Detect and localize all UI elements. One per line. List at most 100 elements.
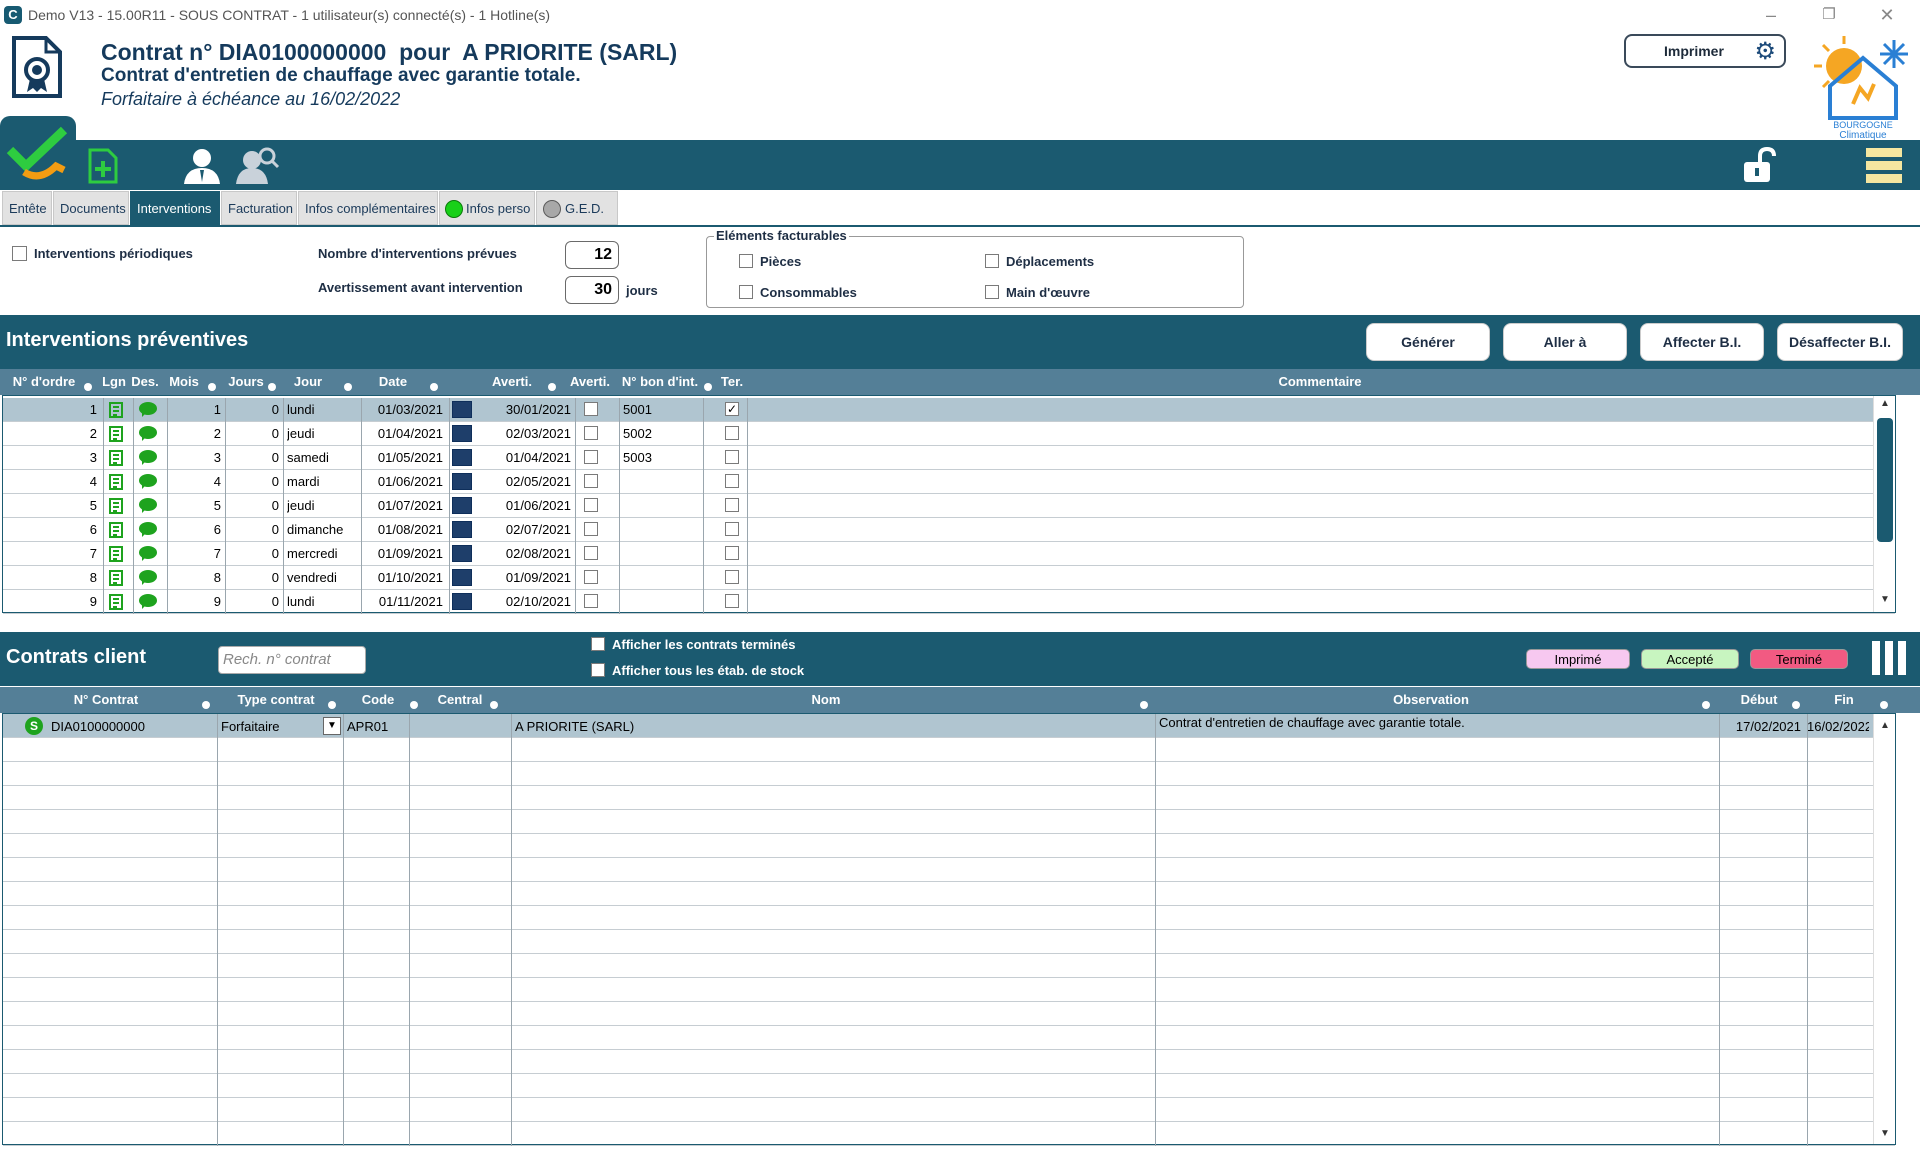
ter-checkbox[interactable]	[725, 474, 739, 488]
comment-bubble-icon[interactable]	[139, 546, 157, 561]
averti-date-cell[interactable]: 02/05/2021	[479, 474, 571, 489]
ter-checkbox[interactable]	[725, 450, 739, 464]
ter-checkbox[interactable]	[725, 498, 739, 512]
ordre-cell[interactable]: 8	[3, 570, 97, 585]
jours-cell[interactable]: 0	[225, 570, 279, 585]
col-lgn[interactable]: Lgn	[100, 369, 128, 395]
comment-bubble-icon[interactable]	[139, 450, 157, 465]
ter-checkbox[interactable]	[725, 594, 739, 608]
sort-handle-icon[interactable]	[704, 383, 712, 391]
lines-icon[interactable]	[109, 402, 123, 418]
sort-handle-icon[interactable]	[1702, 701, 1710, 709]
validate-tab[interactable]	[0, 116, 76, 190]
date-cell[interactable]: 01/10/2021	[361, 570, 443, 585]
bon-cell[interactable]: 5003	[623, 450, 701, 465]
client-icon[interactable]	[180, 146, 224, 186]
averti-date-cell[interactable]: 01/06/2021	[479, 498, 571, 513]
date-cell[interactable]: 01/04/2021	[361, 426, 443, 441]
calendar-icon[interactable]	[452, 569, 472, 586]
ordre-cell[interactable]: 1	[3, 402, 97, 417]
jours-cell[interactable]: 0	[225, 450, 279, 465]
date-cell[interactable]: 01/08/2021	[361, 522, 443, 537]
jour-cell[interactable]: vendredi	[287, 570, 359, 585]
type-contrat-cell[interactable]: Forfaitaire	[221, 719, 317, 734]
jours-cell[interactable]: 0	[225, 402, 279, 417]
lines-icon[interactable]	[109, 498, 123, 514]
ter-checkbox[interactable]: ✓	[725, 402, 739, 416]
tab-facturation[interactable]: Facturation	[221, 191, 297, 225]
date-cell[interactable]: 01/06/2021	[361, 474, 443, 489]
table-row[interactable]: 8 8 0 vendredi 01/10/2021 01/09/2021	[3, 566, 1895, 590]
mois-cell[interactable]: 2	[167, 426, 221, 441]
col-date[interactable]: Date	[368, 369, 418, 395]
print-button[interactable]: Imprimer ⚙	[1624, 34, 1786, 68]
jours-cell[interactable]: 0	[225, 498, 279, 513]
ordre-cell[interactable]: 9	[3, 594, 97, 609]
jour-cell[interactable]: lundi	[287, 402, 359, 417]
bon-cell[interactable]: 5001	[623, 402, 701, 417]
scroll-thumb[interactable]	[1877, 418, 1893, 542]
sort-handle-icon[interactable]	[328, 701, 336, 709]
sort-handle-icon[interactable]	[1792, 701, 1800, 709]
date-cell[interactable]: 01/03/2021	[361, 402, 443, 417]
restore-button[interactable]: ❐	[1818, 4, 1840, 26]
mois-cell[interactable]: 7	[167, 546, 221, 561]
jour-cell[interactable]: lundi	[287, 594, 359, 609]
calendar-icon[interactable]	[452, 593, 472, 610]
date-cell[interactable]: 01/05/2021	[361, 450, 443, 465]
table-row[interactable]: S DIA0100000000 Forfaitaire ▼ APR01 A PRIORIT…	[3, 714, 1895, 738]
tab-documents[interactable]: Documents	[53, 191, 129, 225]
unassign-bi-button[interactable]: Désaffecter B.I.	[1777, 323, 1903, 361]
col-fin[interactable]: Fin	[1806, 687, 1882, 713]
ordre-cell[interactable]: 7	[3, 546, 97, 561]
averti-checkbox[interactable]	[584, 594, 598, 608]
nb-interventions-field[interactable]: 12	[565, 241, 619, 269]
sort-handle-icon[interactable]	[1880, 701, 1888, 709]
sort-handle-icon[interactable]	[84, 383, 92, 391]
sort-handle-icon[interactable]	[410, 701, 418, 709]
sort-handle-icon[interactable]	[208, 383, 216, 391]
calendar-icon[interactable]	[452, 545, 472, 562]
contrat-cell[interactable]: DIA0100000000	[51, 719, 211, 734]
observation-cell[interactable]: Contrat d'entretien de chauffage avec ga…	[1159, 715, 1715, 730]
jours-cell[interactable]: 0	[225, 426, 279, 441]
averti-date-cell[interactable]: 02/07/2021	[479, 522, 571, 537]
table-row[interactable]: 7 7 0 mercredi 01/09/2021 02/08/2021	[3, 542, 1895, 566]
debut-cell[interactable]: 17/02/2021	[1719, 719, 1801, 734]
sort-handle-icon[interactable]	[490, 701, 498, 709]
mois-cell[interactable]: 4	[167, 474, 221, 489]
calendar-icon[interactable]	[452, 521, 472, 538]
sort-handle-icon[interactable]	[430, 383, 438, 391]
ter-checkbox[interactable]	[725, 426, 739, 440]
pieces-checkbox[interactable]	[739, 254, 753, 268]
scroll-up-icon[interactable]: ▲	[1880, 720, 1890, 731]
comment-bubble-icon[interactable]	[139, 594, 157, 609]
mois-cell[interactable]: 5	[167, 498, 221, 513]
averti-checkbox[interactable]	[584, 402, 598, 416]
table-row[interactable]: 4 4 0 mardi 01/06/2021 02/05/2021	[3, 470, 1895, 494]
preventive-scrollbar[interactable]: ▲ ▼	[1873, 396, 1895, 612]
lines-icon[interactable]	[109, 594, 123, 610]
nom-cell[interactable]: A PRIORITE (SARL)	[515, 719, 1151, 734]
averti-date-cell[interactable]: 02/10/2021	[479, 594, 571, 609]
tab-infos-complementaires[interactable]: Infos complémentaires	[298, 191, 438, 225]
calendar-icon[interactable]	[452, 497, 472, 514]
comment-bubble-icon[interactable]	[139, 570, 157, 585]
col-ordre[interactable]: N° d'ordre	[4, 369, 84, 395]
show-all-stock-checkbox[interactable]	[591, 663, 605, 677]
col-averti-check[interactable]: Averti.	[568, 369, 612, 395]
lines-icon[interactable]	[109, 522, 123, 538]
col-commentaire[interactable]: Commentaire	[746, 369, 1894, 395]
col-averti-date[interactable]: Averti.	[486, 369, 538, 395]
col-debut[interactable]: Début	[1718, 687, 1800, 713]
contracts-scrollbar[interactable]: ▲ ▼	[1873, 714, 1895, 1144]
tab-entete[interactable]: Entête	[2, 191, 52, 225]
lines-icon[interactable]	[109, 474, 123, 490]
calendar-icon[interactable]	[452, 401, 472, 418]
jour-cell[interactable]: mardi	[287, 474, 359, 489]
scroll-down-icon[interactable]: ▼	[1880, 1128, 1890, 1139]
averti-checkbox[interactable]	[584, 426, 598, 440]
jour-cell[interactable]: jeudi	[287, 426, 359, 441]
date-cell[interactable]: 01/11/2021	[361, 594, 443, 609]
minimize-button[interactable]: –	[1760, 4, 1782, 26]
